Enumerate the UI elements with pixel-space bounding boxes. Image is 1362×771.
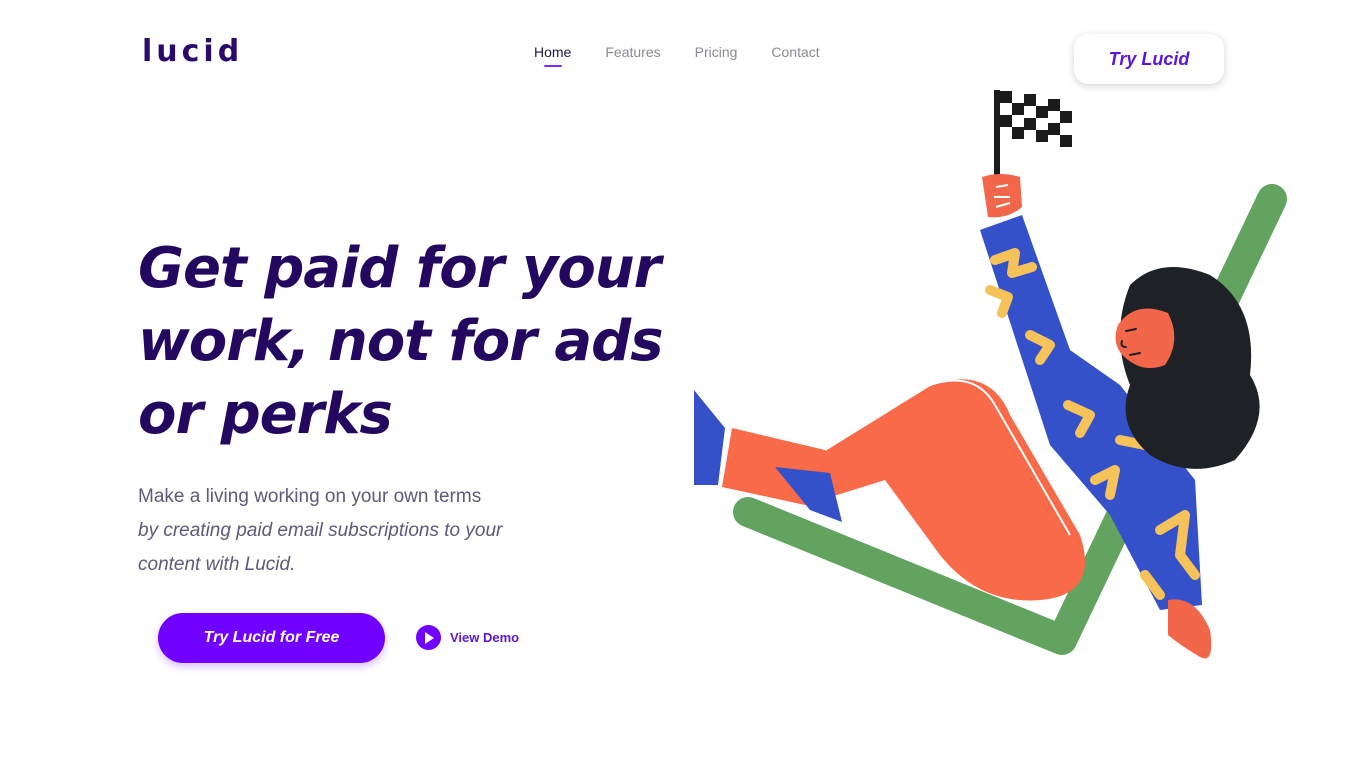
nav-item-label: Pricing <box>694 44 738 60</box>
brand-logo[interactable]: lucid <box>142 34 243 69</box>
view-demo-link[interactable]: View Demo <box>416 625 519 650</box>
nav-item-pricing[interactable]: Pricing <box>695 44 738 60</box>
nav-item-features[interactable]: Features <box>605 44 660 60</box>
hero-title: Get paid for your work, not for ads or p… <box>138 232 698 451</box>
hero-title-line: or perks <box>138 382 393 447</box>
nav-item-contact[interactable]: Contact <box>771 44 819 60</box>
play-icon <box>416 625 441 650</box>
main-nav: Home Features Pricing Contact <box>534 44 854 67</box>
hero-subtitle-line: content with Lucid. <box>138 554 296 575</box>
hero-subtitle-line: by creating paid email subscriptions to … <box>138 520 503 541</box>
nav-item-label: Contact <box>771 44 820 60</box>
nav-item-home[interactable]: Home <box>534 44 572 67</box>
nav-item-label: Features <box>605 44 661 60</box>
hero-subtitle-line: Make a living working on your own terms <box>138 486 482 507</box>
hero-subtitle: Make a living working on your own terms … <box>138 480 618 582</box>
try-lucid-free-button[interactable]: Try Lucid for Free <box>158 613 385 663</box>
view-demo-label: View Demo <box>450 630 520 645</box>
nav-item-label: Home <box>534 44 572 60</box>
hero-title-line: work, not for ads <box>138 309 664 374</box>
hero-title-line: Get paid for your <box>138 236 661 301</box>
woman-with-flag-illustration <box>694 90 1287 659</box>
active-indicator <box>544 65 562 67</box>
try-lucid-button[interactable]: Try Lucid <box>1074 34 1224 84</box>
